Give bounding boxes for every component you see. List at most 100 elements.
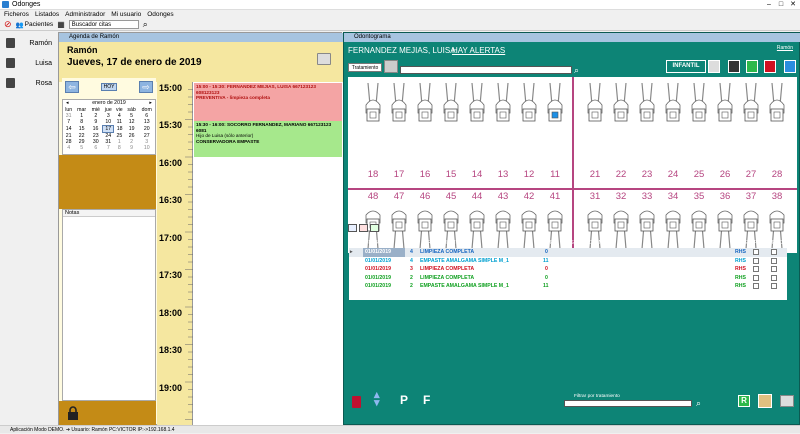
calendar-icon[interactable]: ▦: [57, 20, 65, 29]
cal-day[interactable]: 7: [103, 145, 114, 151]
doctor-item-luisa[interactable]: Luisa: [6, 58, 52, 68]
fac-checkbox[interactable]: [771, 257, 777, 264]
black-mark-button[interactable]: [728, 60, 740, 73]
user-link[interactable]: Ramón: [777, 45, 793, 51]
green-mark-button[interactable]: [746, 60, 758, 73]
odontogram-chart[interactable]: 18 17 16 15 14 13 12 11 21 22 23 24 25 26 27 28 48 47 46 45…: [348, 77, 797, 253]
tratamiento-input[interactable]: [400, 66, 572, 74]
cal-day[interactable]: 4: [63, 145, 74, 151]
cal-day[interactable]: 6: [89, 145, 103, 151]
cal-day-selected[interactable]: 17: [102, 125, 115, 133]
alerts-link[interactable]: HAY ALERTAS: [452, 46, 505, 55]
search-citas-input[interactable]: Buscador citas: [68, 20, 139, 29]
cal-day[interactable]: 10: [138, 145, 155, 151]
tooth-25[interactable]: [688, 81, 710, 143]
tool-pencil-icon[interactable]: [348, 224, 357, 232]
table-row[interactable]: ▸ 01/01/2019 4 LIMPIEZA COMPLETA 0 RHS: [349, 248, 787, 257]
tooth-16[interactable]: [414, 81, 436, 143]
fac-checkbox[interactable]: [771, 283, 777, 290]
cal-day[interactable]: 19: [125, 126, 139, 133]
fac-checkbox[interactable]: [771, 274, 777, 281]
pre-checkbox[interactable]: [753, 266, 759, 273]
cal-day[interactable]: 14: [63, 126, 74, 133]
menu-mi-usuario[interactable]: Mi usuario: [111, 11, 141, 18]
pre-checkbox[interactable]: [753, 257, 759, 264]
tooth-21[interactable]: [584, 81, 606, 143]
col-fac[interactable]: FAC: [772, 240, 783, 246]
fac-checkbox[interactable]: [771, 266, 777, 273]
cal-day[interactable]: 5: [74, 145, 89, 151]
search-icon[interactable]: ⌕: [143, 19, 148, 30]
col-observaciones[interactable]: OBSERVACIONES: [562, 240, 610, 246]
pacientes-button[interactable]: 👥 Pacientes: [16, 21, 54, 29]
edit-icon[interactable]: [708, 60, 720, 73]
col-fecha[interactable]: FECHA: [365, 240, 384, 246]
table-row[interactable]: 01/01/2019 3 LIMPIEZA COMPLETA 0 RHS: [349, 265, 787, 274]
tooth-23[interactable]: [636, 81, 658, 143]
tooth-17[interactable]: [388, 81, 410, 143]
red-mark-button[interactable]: [764, 60, 776, 73]
pre-checkbox[interactable]: [753, 283, 759, 290]
minimize-button[interactable]: –: [764, 0, 774, 9]
cal-day[interactable]: 16: [89, 126, 103, 133]
prev-day-button[interactable]: ⇦: [65, 80, 79, 93]
tratamiento-button[interactable]: Tratamiento: [348, 63, 382, 72]
cal-next-month[interactable]: ▸: [149, 100, 152, 107]
doctor-item-ramon[interactable]: Ramón: [6, 38, 52, 48]
cal-day[interactable]: 20: [138, 126, 155, 133]
lock-icon[interactable]: [67, 406, 79, 420]
notes-textarea[interactable]: [63, 217, 155, 401]
menu-ficheros[interactable]: Ficheros: [4, 11, 29, 18]
col-pieza[interactable]: P: [550, 240, 554, 246]
pre-checkbox[interactable]: [753, 274, 759, 281]
maximize-button[interactable]: □: [776, 0, 786, 9]
cal-day[interactable]: 9: [125, 145, 139, 151]
col-p[interactable]: P: [410, 240, 414, 246]
sort-arrows-icon[interactable]: ▴ ▾: [374, 390, 380, 409]
cal-day[interactable]: 18: [114, 126, 125, 133]
tooth-26[interactable]: [714, 81, 736, 143]
next-day-button[interactable]: ⇨: [139, 80, 153, 93]
close-button[interactable]: ✕: [788, 0, 798, 9]
doctor-item-rosa[interactable]: Rosa: [6, 78, 52, 88]
tooth-11[interactable]: [544, 81, 566, 143]
print-icon[interactable]: [780, 395, 794, 407]
tooth-tool-button[interactable]: [384, 60, 398, 73]
menu-listados[interactable]: Listados: [35, 11, 59, 18]
filter-input[interactable]: [564, 400, 692, 407]
exit-icon[interactable]: [758, 394, 772, 408]
fac-checkbox[interactable]: [771, 249, 777, 255]
f-button[interactable]: F: [423, 393, 430, 407]
col-tratamiento[interactable]: TRATAMIENTO: [424, 240, 463, 246]
today-button[interactable]: HOY: [101, 82, 117, 91]
trash-icon[interactable]: [352, 396, 361, 408]
tool-green-dot-icon[interactable]: [370, 224, 379, 232]
print-icon[interactable]: [317, 53, 331, 65]
tooth-15[interactable]: [440, 81, 462, 143]
r-button[interactable]: R: [738, 395, 750, 407]
appointment-1[interactable]: 15:00 - 15:30: FERNANDEZ MEJIAS, LUISA 6…: [194, 83, 342, 121]
filter-search-icon[interactable]: ⌕: [696, 398, 701, 409]
p-button[interactable]: P: [400, 393, 408, 407]
menu-administrador[interactable]: Administrador: [65, 11, 105, 18]
blue-mark-button[interactable]: [784, 60, 796, 73]
tooth-12[interactable]: [518, 81, 540, 143]
menu-odonges[interactable]: Odonges: [147, 11, 173, 18]
tool-red-dot-icon[interactable]: [359, 224, 368, 232]
table-row[interactable]: 01/01/2019 2 LIMPIEZA COMPLETA 0 RHS: [349, 274, 787, 283]
tooth-24[interactable]: [662, 81, 684, 143]
infantil-button[interactable]: INFANTIL: [666, 60, 706, 73]
table-row[interactable]: 01/01/2019 2 EMPASTE AMALGAMA SIMPLE M_1…: [349, 282, 787, 291]
tooth-14[interactable]: [466, 81, 488, 143]
col-pre[interactable]: PRE: [754, 240, 766, 246]
tooth-28[interactable]: [766, 81, 788, 143]
table-row[interactable]: 01/01/2019 4 EMPASTE AMALGAMA SIMPLE M_1…: [349, 257, 787, 266]
col-gpe[interactable]: GPE: [736, 240, 748, 246]
stop-icon[interactable]: ⊘: [4, 19, 12, 30]
tooth-18[interactable]: [362, 81, 384, 143]
search-icon[interactable]: ⌕: [574, 65, 579, 76]
pre-checkbox[interactable]: [753, 249, 759, 255]
cal-prev-month[interactable]: ◂: [66, 100, 69, 107]
tooth-27[interactable]: [740, 81, 762, 143]
appointment-2[interactable]: 15:30 - 16:00: SOCORRO FERNANDEZ, MARIAN…: [194, 121, 342, 157]
